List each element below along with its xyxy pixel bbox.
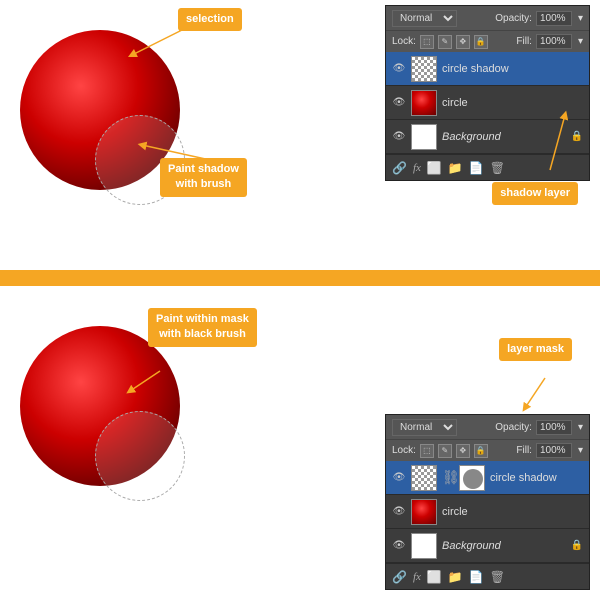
- bottom-lock-icon-2[interactable]: ✎: [438, 444, 452, 458]
- lock-icon-brush[interactable]: ✎: [438, 35, 452, 49]
- bottom-lock-icon-1[interactable]: ⬚: [420, 444, 434, 458]
- bottom-mask-thumb: [459, 465, 485, 491]
- top-blend-mode-select[interactable]: Normal: [392, 10, 457, 27]
- bottom-opacity-arrow: ▾: [578, 422, 583, 433]
- bottom-layer-name-circle-shadow: circle shadow: [490, 472, 583, 484]
- bottom-footer-icon-mask[interactable]: ⬜: [427, 570, 442, 584]
- top-eye-circle-shadow[interactable]: 👁: [392, 62, 406, 76]
- top-thumb-background: [411, 124, 437, 150]
- top-eye-circle[interactable]: 👁: [392, 96, 406, 110]
- bottom-ps-panel: Normal Opacity: 100% ▾ Lock: ⬚ ✎ ✥ 🔒 Fil…: [385, 414, 590, 590]
- bottom-thumb-circle: [411, 499, 437, 525]
- top-lock-row: Lock: ⬚ ✎ ✥ 🔒 Fill: 100% ▾: [386, 30, 589, 52]
- bottom-selection-circle: [95, 411, 185, 501]
- bottom-lock-row: Lock: ⬚ ✎ ✥ 🔒 Fill: 100% ▾: [386, 439, 589, 461]
- bottom-fill-arrow: ▾: [578, 445, 583, 456]
- chain-icon: ⛓: [442, 469, 454, 486]
- bottom-lock-label: Lock:: [392, 445, 416, 456]
- top-panel-footer: 🔗 fx ⬜ 📁 📄 🗑: [386, 154, 589, 180]
- footer-icon-trash[interactable]: 🗑: [490, 161, 505, 175]
- top-layer-name-circle-shadow: circle shadow: [442, 63, 583, 75]
- bottom-lock-icon-4[interactable]: 🔒: [474, 444, 488, 458]
- bottom-lock-icon-3[interactable]: ✥: [456, 444, 470, 458]
- lock-icon-padlock[interactable]: 🔒: [474, 35, 488, 49]
- top-opacity-label: Opacity:: [495, 13, 532, 24]
- bottom-footer-icon-new[interactable]: 📄: [469, 570, 484, 584]
- top-layer-background-lock: 🔒: [571, 131, 583, 142]
- paint-mask-label: Paint within mask with black brush: [148, 308, 257, 347]
- bottom-eye-circle[interactable]: 👁: [392, 505, 406, 519]
- lock-icon-arrows[interactable]: ✥: [456, 35, 470, 49]
- shadow-layer-label: shadow layer: [492, 182, 578, 205]
- bottom-lock-icons: ⬚ ✎ ✥ 🔒: [420, 444, 488, 458]
- bottom-section: Paint within mask with black brush layer…: [0, 286, 600, 600]
- bottom-fill-value: 100%: [536, 443, 572, 458]
- top-opacity-value: 100%: [536, 11, 572, 26]
- bottom-footer-icon-trash[interactable]: 🗑: [490, 570, 505, 584]
- bottom-panel-footer: 🔗 fx ⬜ 📁 📄 🗑: [386, 563, 589, 589]
- bottom-thumb-circle-shadow: [411, 465, 437, 491]
- bottom-footer-icon-fx[interactable]: fx: [413, 571, 421, 583]
- bottom-eye-circle-shadow[interactable]: 👁: [392, 471, 406, 485]
- section-divider: [0, 270, 600, 286]
- bottom-layer-circle[interactable]: 👁 circle: [386, 495, 589, 529]
- bottom-opacity-value: 100%: [536, 420, 572, 435]
- bottom-fill-label: Fill:: [516, 445, 532, 456]
- bottom-layer-circle-shadow[interactable]: 👁 ⛓ circle shadow: [386, 461, 589, 495]
- top-eye-background[interactable]: 👁: [392, 130, 406, 144]
- bottom-layer-name-circle: circle: [442, 506, 583, 518]
- top-layer-circle[interactable]: 👁 circle: [386, 86, 589, 120]
- layer-mask-label: layer mask: [499, 338, 572, 361]
- footer-icon-new[interactable]: 📄: [469, 161, 484, 175]
- paint-shadow-label: Paint shadow with brush: [160, 158, 247, 197]
- top-fill-value: 100%: [536, 34, 572, 49]
- top-section: selection Paint shadow with brush Normal…: [0, 0, 600, 270]
- top-layer-background[interactable]: 👁 Background 🔒: [386, 120, 589, 154]
- top-thumb-circle-shadow: [411, 56, 437, 82]
- footer-icon-mask[interactable]: ⬜: [427, 161, 442, 175]
- top-lock-label: Lock:: [392, 36, 416, 47]
- paint-mask-text: Paint within mask with black brush: [156, 313, 249, 340]
- lock-icon-checkerboard[interactable]: ⬚: [420, 35, 434, 49]
- top-fill-label: Fill:: [516, 36, 532, 47]
- bottom-footer-icon-link[interactable]: 🔗: [392, 570, 407, 584]
- bottom-footer-icon-folder[interactable]: 📁: [448, 570, 463, 584]
- footer-icon-fx[interactable]: fx: [413, 162, 421, 174]
- bottom-layer-background-lock: 🔒: [571, 540, 583, 551]
- paint-shadow-text: Paint shadow with brush: [168, 163, 239, 190]
- top-ps-panel: Normal Opacity: 100% ▾ Lock: ⬚ ✎ ✥ 🔒 Fil…: [385, 5, 590, 181]
- bottom-thumb-background: [411, 533, 437, 559]
- top-lock-icons: ⬚ ✎ ✥ 🔒: [420, 35, 488, 49]
- bottom-mask-inner: [463, 469, 483, 489]
- top-opacity-arrow: ▾: [578, 13, 583, 24]
- top-panel-header: Normal Opacity: 100% ▾: [386, 6, 589, 30]
- top-layer-name-circle: circle: [442, 97, 583, 109]
- footer-icon-link[interactable]: 🔗: [392, 161, 407, 175]
- top-layer-circle-shadow[interactable]: 👁 circle shadow: [386, 52, 589, 86]
- bottom-blend-mode-select[interactable]: Normal: [392, 419, 457, 436]
- top-thumb-circle: [411, 90, 437, 116]
- top-layer-name-background: Background: [442, 131, 566, 143]
- bottom-layer-background[interactable]: 👁 Background 🔒: [386, 529, 589, 563]
- selection-label: selection: [178, 8, 242, 31]
- bottom-opacity-label: Opacity:: [495, 422, 532, 433]
- footer-icon-folder[interactable]: 📁: [448, 161, 463, 175]
- bottom-layer-name-background: Background: [442, 540, 566, 552]
- bottom-panel-header: Normal Opacity: 100% ▾: [386, 415, 589, 439]
- bottom-eye-background[interactable]: 👁: [392, 539, 406, 553]
- top-fill-arrow: ▾: [578, 36, 583, 47]
